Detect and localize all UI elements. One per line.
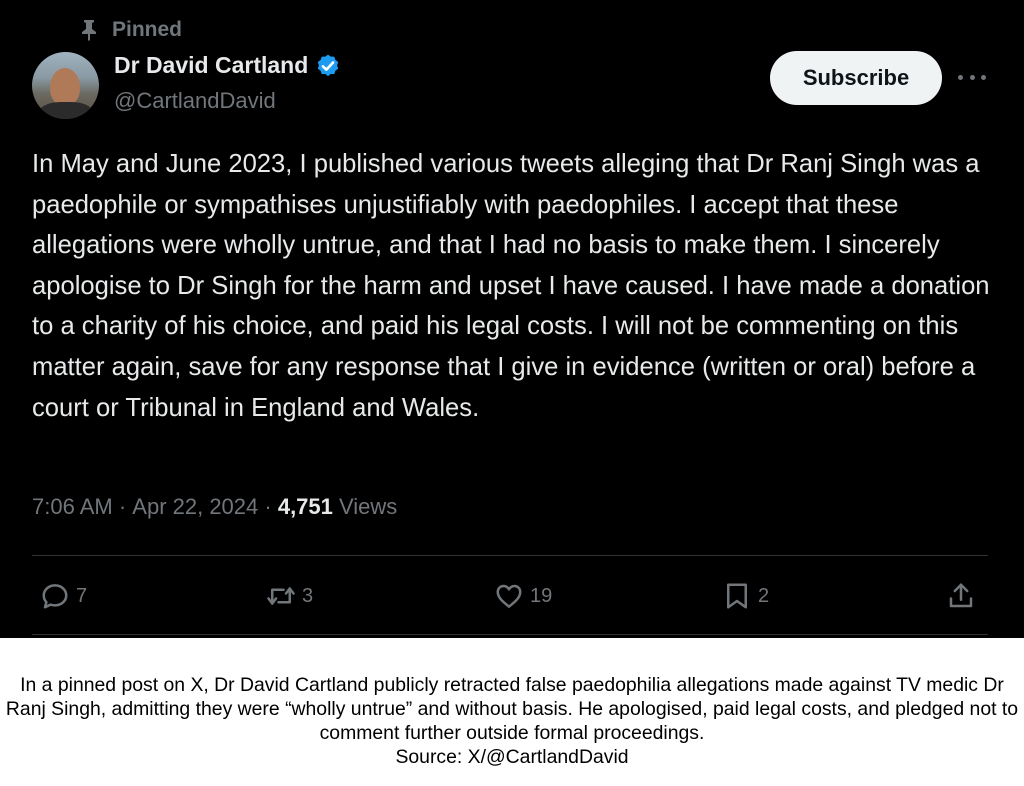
- subscribe-button[interactable]: Subscribe: [770, 51, 942, 105]
- like-count: 19: [530, 584, 553, 607]
- separator-dot: ·: [258, 494, 278, 519]
- pin-icon: [82, 20, 96, 41]
- views-count: 4,751: [277, 494, 333, 519]
- reply-icon: [42, 584, 68, 609]
- repost-button[interactable]: 3: [266, 578, 313, 614]
- views-label: Views: [339, 494, 398, 519]
- post-date[interactable]: Apr 22, 2024: [132, 494, 258, 520]
- like-button[interactable]: 19: [494, 578, 552, 614]
- post-metadata: 7:06 AM · Apr 22, 2024 · 4,751 Views: [32, 494, 397, 520]
- share-icon: [949, 583, 973, 608]
- bookmark-icon: [727, 583, 747, 609]
- repost-icon: [267, 587, 295, 605]
- pinned-indicator: Pinned: [80, 16, 182, 44]
- divider: [32, 555, 988, 556]
- share-button[interactable]: [946, 578, 976, 614]
- screenshot: Pinned Dr David Cartland @CartlandDavid …: [0, 0, 1024, 786]
- post-time[interactable]: 7:06 AM: [32, 494, 113, 520]
- pinned-label: Pinned: [112, 18, 183, 41]
- more-icon[interactable]: [958, 66, 986, 88]
- reply-button[interactable]: 7: [40, 578, 87, 614]
- caption-source: Source: X/@CartlandDavid: [395, 746, 629, 768]
- bookmark-count: 2: [758, 584, 770, 607]
- author-name-row: Dr David Cartland: [114, 52, 341, 79]
- caption-text: In a pinned post on X, Dr David Cartland…: [5, 674, 1019, 744]
- pinned-post: Pinned Dr David Cartland @CartlandDavid …: [0, 0, 1024, 638]
- author-name[interactable]: Dr David Cartland: [114, 52, 308, 79]
- divider: [32, 634, 988, 635]
- post-text: In May and June 2023, I published variou…: [32, 150, 990, 422]
- reply-count: 7: [76, 584, 88, 607]
- bookmark-button[interactable]: 2: [722, 578, 769, 614]
- separator-dot: ·: [112, 494, 133, 519]
- repost-count: 3: [302, 584, 314, 607]
- avatar[interactable]: [32, 52, 99, 119]
- author-handle[interactable]: @CartlandDavid: [114, 88, 276, 114]
- like-icon: [496, 584, 522, 608]
- verified-badge-icon[interactable]: [315, 53, 341, 79]
- image-caption: In a pinned post on X, Dr David Cartland…: [0, 673, 1024, 769]
